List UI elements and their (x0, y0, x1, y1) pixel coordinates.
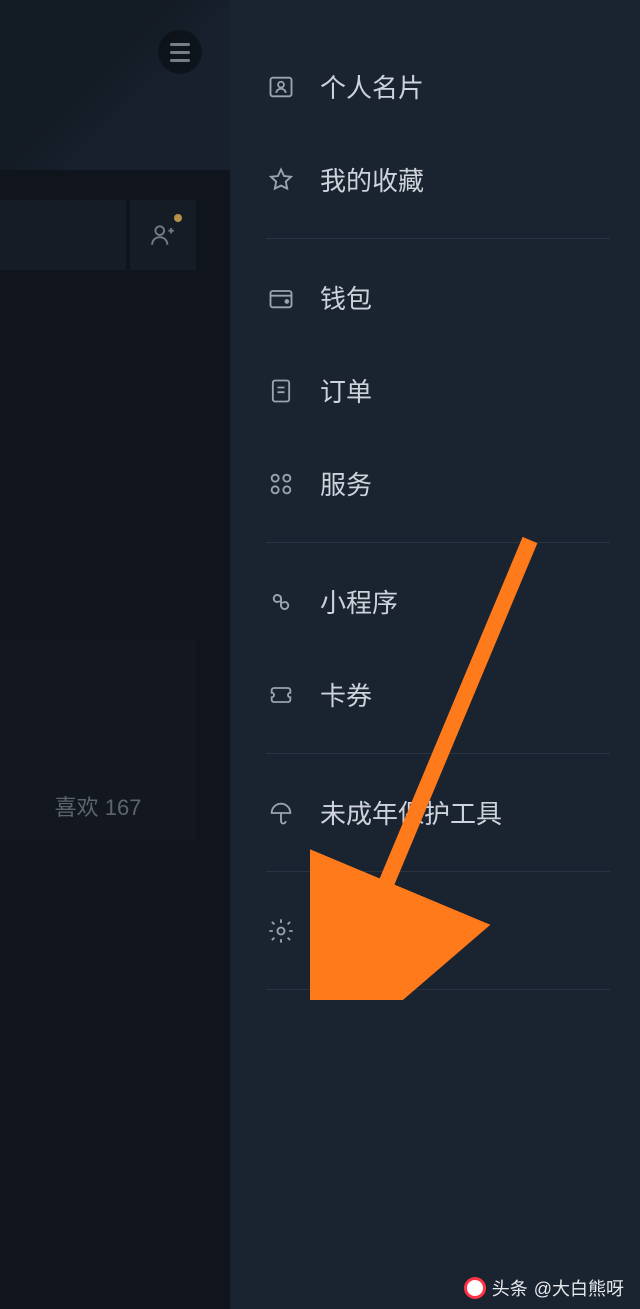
menu-label: 订单 (320, 372, 372, 409)
mini-program-icon (266, 587, 296, 617)
profile-banner (0, 0, 230, 170)
menu-item-profile-card[interactable]: 个人名片 (230, 40, 640, 133)
credit-source: 头条 (492, 1275, 528, 1301)
toutiao-logo-icon (464, 1277, 486, 1299)
credit-author: @大白熊呀 (534, 1275, 624, 1301)
menu-separator (266, 238, 610, 239)
menu-separator (266, 542, 610, 543)
side-drawer: 个人名片 我的收藏 钱包 订单 服务 (230, 0, 640, 1309)
ticket-icon (266, 680, 296, 710)
background-panel: 喜欢 167 (0, 0, 230, 1309)
menu-item-coupons[interactable]: 卡券 (230, 648, 640, 741)
menu-separator (266, 871, 610, 872)
likes-label: 喜欢 167 (55, 790, 142, 822)
menu-label: 钱包 (320, 279, 372, 316)
document-icon (266, 376, 296, 406)
menu-item-wallet[interactable]: 钱包 (230, 251, 640, 344)
add-friend-button[interactable] (130, 200, 196, 270)
source-credit: 头条 @大白熊呀 (464, 1275, 624, 1301)
wallet-icon (266, 283, 296, 313)
menu-separator (266, 989, 610, 990)
menu-label: 我的收藏 (320, 161, 424, 198)
menu-separator (266, 753, 610, 754)
menu-label: 个人名片 (320, 68, 424, 105)
menu-label: 卡券 (320, 676, 372, 713)
grid-icon (266, 469, 296, 499)
menu-item-favorites[interactable]: 我的收藏 (230, 133, 640, 226)
umbrella-icon (266, 798, 296, 828)
menu-item-settings[interactable]: 设置 (230, 884, 640, 977)
menu-label: 服务 (320, 465, 372, 502)
menu-toggle-button[interactable] (158, 30, 202, 74)
likes-tab[interactable]: 喜欢 167 (0, 640, 196, 840)
id-card-icon (266, 72, 296, 102)
menu-item-orders[interactable]: 订单 (230, 344, 640, 437)
menu-item-minor-protection[interactable]: 未成年保护工具 (230, 766, 640, 859)
menu-item-mini-programs[interactable]: 小程序 (230, 555, 640, 648)
menu-label: 未成年保护工具 (320, 794, 502, 831)
star-icon (266, 165, 296, 195)
menu-label: 小程序 (320, 583, 398, 620)
menu-item-services[interactable]: 服务 (230, 437, 640, 530)
gear-icon (266, 916, 296, 946)
notification-dot-icon (174, 214, 182, 222)
stat-block (0, 200, 126, 270)
drawer-menu: 个人名片 我的收藏 钱包 订单 服务 (230, 40, 640, 990)
menu-label: 设置 (320, 912, 372, 949)
